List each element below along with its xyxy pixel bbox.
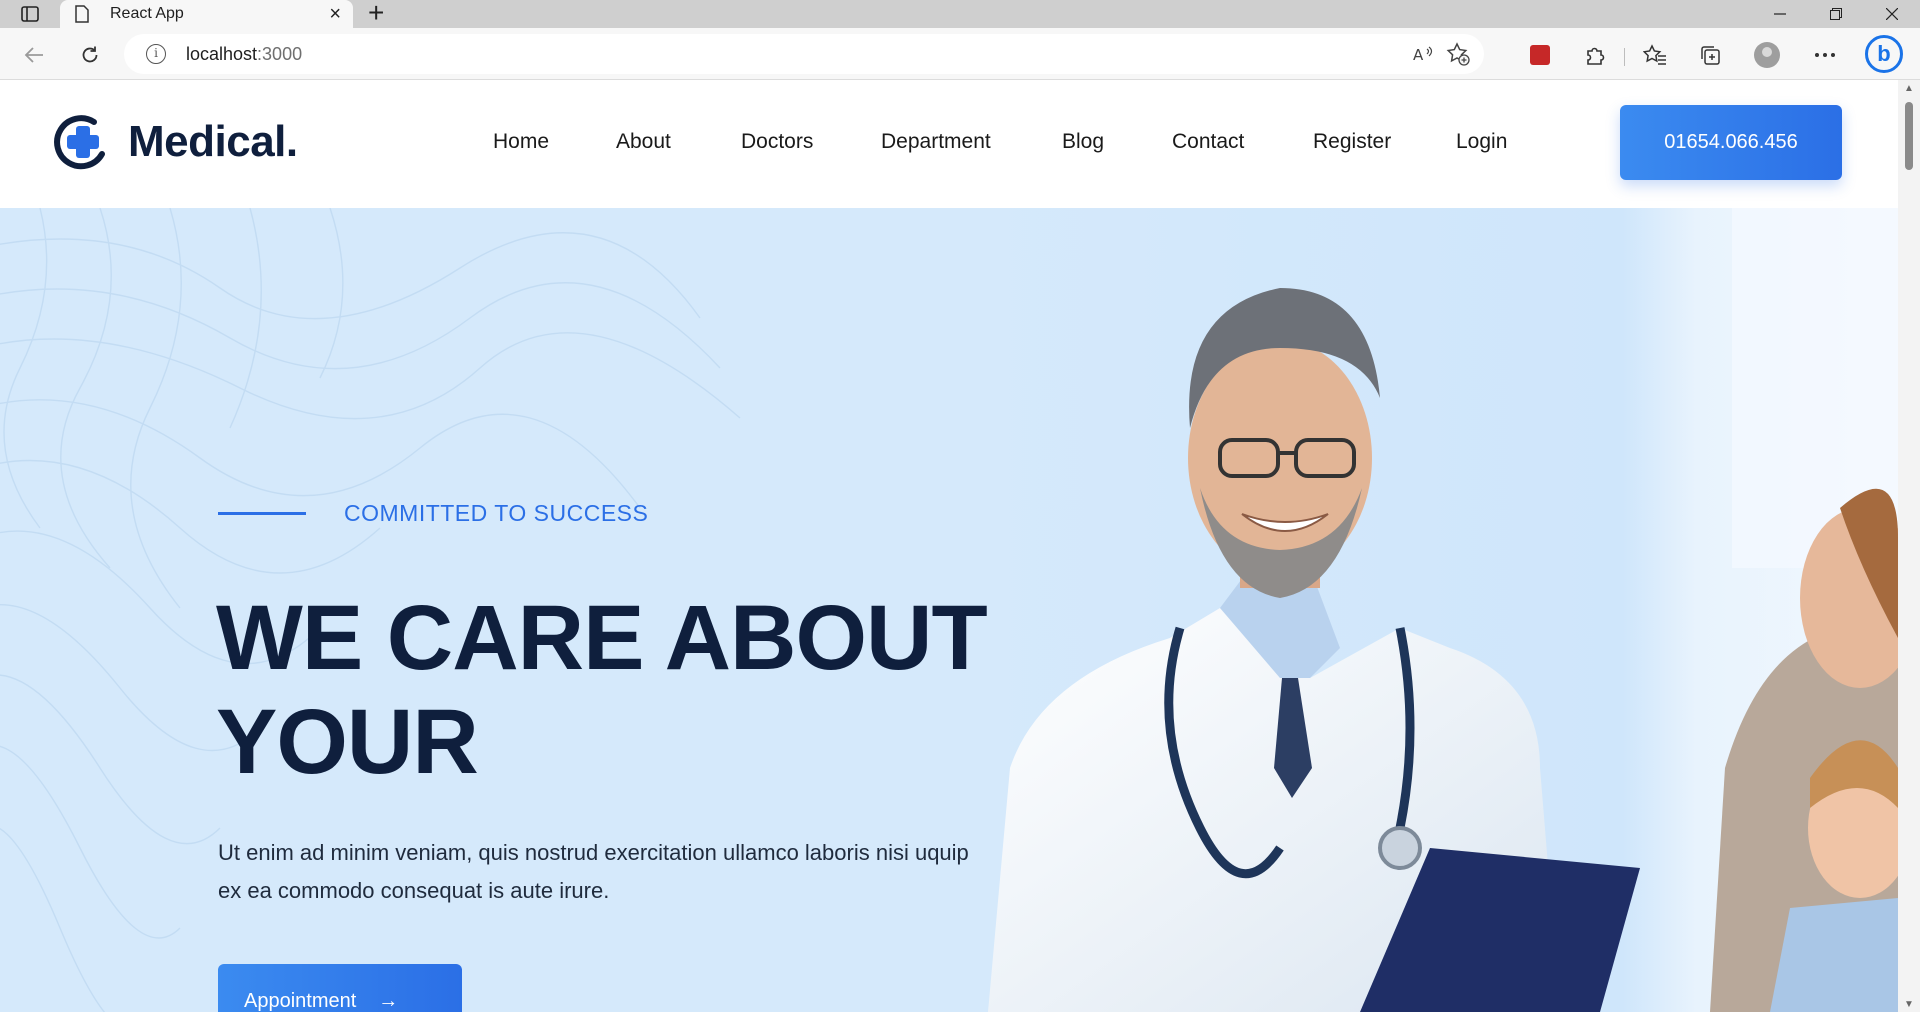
url-text: localhost:3000 (186, 44, 303, 64)
page-scrollbar[interactable]: ▲ ▼ (1898, 80, 1920, 1012)
appointment-label: Appointment (244, 990, 357, 1012)
favorites-icon[interactable] (1640, 40, 1670, 70)
refresh-icon[interactable] (76, 41, 104, 69)
page-icon (75, 5, 89, 23)
hero-subtitle: COMMITTED TO SUCCESS (344, 500, 649, 526)
svg-text:A: A (1413, 46, 1424, 63)
minimize-button[interactable] (1752, 0, 1808, 28)
scroll-up-arrow-icon[interactable]: ▲ (1903, 84, 1915, 94)
scroll-thumb[interactable] (1905, 102, 1913, 170)
add-favorite-icon[interactable] (1446, 42, 1470, 66)
site-logo[interactable]: Medical. (54, 114, 298, 170)
arrow-right-icon: → (378, 990, 399, 1012)
nav-contact[interactable]: Contact (1172, 130, 1313, 154)
read-aloud-icon[interactable]: A (1412, 42, 1436, 66)
hero-title: WE CARE ABOUT YOUR (216, 586, 1036, 794)
close-icon[interactable]: × (329, 4, 341, 24)
hero-title-line-2: YOUR (216, 691, 479, 793)
nav-department[interactable]: Department (881, 130, 1062, 154)
doctor-hero-image (980, 208, 1898, 1012)
back-icon[interactable] (20, 41, 48, 69)
nav-register[interactable]: Register (1313, 130, 1456, 154)
browser-tab-bar: React App × + (0, 0, 1920, 28)
page-viewport: Medical. Home About Doctors Department B… (0, 80, 1898, 1012)
tab-title: React App (110, 5, 184, 22)
sidebar-icon[interactable] (18, 4, 42, 24)
collections-icon[interactable] (1695, 40, 1725, 70)
scroll-down-arrow-icon[interactable]: ▼ (1903, 1000, 1915, 1010)
puzzle-icon[interactable] (1580, 40, 1610, 70)
address-bar-row: i localhost:3000 A b (0, 28, 1920, 80)
appointment-button[interactable]: Appointment → (218, 964, 462, 1012)
main-navigation: Home About Doctors Department Blog Conta… (493, 130, 1516, 154)
hero-title-line-1: WE CARE ABOUT (216, 587, 988, 689)
browser-tab[interactable]: React App × (60, 0, 353, 28)
nav-home[interactable]: Home (493, 130, 616, 154)
subtitle-accent-line (218, 512, 306, 515)
medical-cross-icon (54, 115, 105, 170)
phone-button[interactable]: 01654.066.456 (1620, 105, 1842, 180)
window-controls (1752, 0, 1920, 28)
nav-doctors[interactable]: Doctors (741, 130, 881, 154)
nav-login[interactable]: Login (1456, 130, 1516, 154)
site-header: Medical. Home About Doctors Department B… (0, 80, 1898, 208)
toolbar-divider (1624, 48, 1625, 66)
hero-subtitle-row: COMMITTED TO SUCCESS (218, 500, 648, 527)
logo-text: Medical. (128, 117, 298, 166)
info-icon[interactable]: i (146, 44, 166, 64)
profile-icon[interactable] (1752, 40, 1782, 70)
restore-button[interactable] (1808, 0, 1864, 28)
more-icon[interactable] (1810, 40, 1840, 70)
hero-description: Ut enim ad minim veniam, quis nostrud ex… (218, 840, 969, 903)
url-field[interactable]: i localhost:3000 A (124, 34, 1484, 74)
extension-icon[interactable] (1525, 40, 1555, 70)
nav-about[interactable]: About (616, 130, 741, 154)
hero-section: COMMITTED TO SUCCESS WE CARE ABOUT YOUR … (0, 208, 1898, 1012)
new-tab-button[interactable]: + (368, 0, 384, 27)
bing-icon[interactable]: b (1864, 34, 1904, 74)
nav-blog[interactable]: Blog (1062, 130, 1172, 154)
close-window-button[interactable] (1864, 0, 1920, 28)
